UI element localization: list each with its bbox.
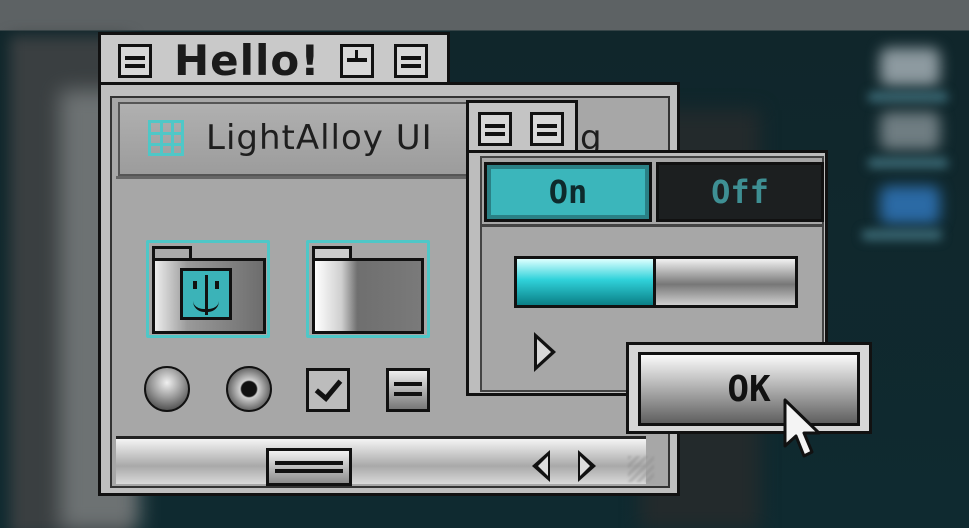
window-zoom-button[interactable] xyxy=(340,44,374,78)
arrow-left-icon[interactable] xyxy=(532,450,550,482)
resize-grip[interactable] xyxy=(628,456,654,482)
desktop-icon xyxy=(880,48,940,86)
window-collapse-button[interactable] xyxy=(118,44,152,78)
desktop-icon xyxy=(880,112,940,150)
finder-face-icon xyxy=(180,268,232,320)
pointer-cursor-icon xyxy=(783,398,821,458)
folder-icon[interactable] xyxy=(306,240,430,340)
toggle-window-shade-button[interactable] xyxy=(530,112,564,146)
desktop-icon-label xyxy=(868,158,948,168)
toggle-window-divider xyxy=(480,224,824,227)
progress-bar-fill xyxy=(517,259,656,305)
desktop-icon-label xyxy=(868,92,948,102)
sphere-button-icon[interactable] xyxy=(144,366,190,412)
desktop-icon-label xyxy=(862,230,942,240)
radio-selected-icon[interactable] xyxy=(226,366,272,412)
panel-divider xyxy=(116,176,476,179)
play-icon[interactable] xyxy=(534,332,556,372)
arrow-right-icon[interactable] xyxy=(578,450,596,482)
window-bottom-bar xyxy=(116,436,646,484)
toggle-on-button[interactable]: On xyxy=(484,162,652,222)
window-shade-button[interactable] xyxy=(394,44,428,78)
panel-header-title: LightAlloy UI xyxy=(206,118,433,158)
window-title: Hello! xyxy=(174,36,321,85)
toggle-window-collapse-button[interactable] xyxy=(478,112,512,146)
bottom-bar-button[interactable] xyxy=(266,448,352,486)
progress-bar[interactable] xyxy=(514,256,798,308)
checkbox-icon[interactable] xyxy=(306,368,350,412)
toggle-off-button[interactable]: Off xyxy=(656,162,824,222)
desktop-icon xyxy=(880,186,940,224)
menu-lines-icon[interactable] xyxy=(386,368,430,412)
grid-icon xyxy=(148,120,184,156)
ok-button[interactable]: OK xyxy=(638,352,860,426)
